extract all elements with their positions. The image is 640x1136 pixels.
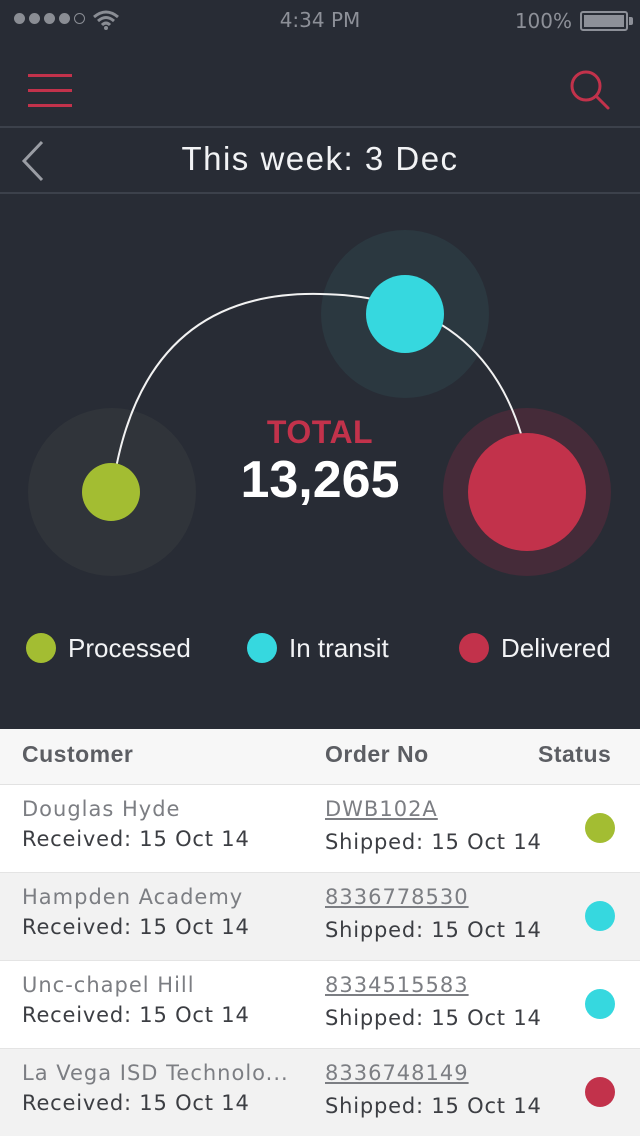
table-row[interactable]: Hampden Academy Received: 15 Oct 14 8336… <box>0 873 640 961</box>
legend-item-delivered: Delivered <box>459 626 611 670</box>
legend-label: Processed <box>68 632 191 663</box>
in-transit-node <box>366 275 444 353</box>
order-number-link[interactable]: 8336778530 <box>325 885 469 909</box>
order-number-link[interactable]: 8334515583 <box>325 973 469 997</box>
shipped-date: Shipped: 15 Oct 14 <box>325 918 542 942</box>
week-header: This week: 3 Dec <box>0 128 640 194</box>
chart-legend: Processed In transit Delivered <box>0 626 640 670</box>
orders-table: Customer Order No Status Douglas Hyde Re… <box>0 729 640 1136</box>
received-date: Received: 15 Oct 14 <box>22 1003 250 1027</box>
total-value: 13,265 <box>240 451 400 509</box>
order-number-link[interactable]: 8336748149 <box>325 1061 469 1085</box>
customer-name: Hampden Academy <box>22 885 244 909</box>
week-title: This week: 3 Dec <box>181 140 459 177</box>
nav-bar <box>0 40 640 128</box>
delivered-dot <box>459 633 489 663</box>
column-header-customer: Customer <box>22 741 134 767</box>
received-date: Received: 15 Oct 14 <box>22 827 250 851</box>
total-label: TOTAL <box>266 414 374 450</box>
battery-percentage: 100% <box>514 9 572 33</box>
search-button[interactable] <box>568 68 612 112</box>
table-row[interactable]: Douglas Hyde Received: 15 Oct 14 DWB102A… <box>0 785 640 873</box>
legend-item-in-transit: In transit <box>247 626 389 670</box>
status-bar: 4:34 PM 100% <box>0 0 640 40</box>
chart-graphic <box>28 230 611 576</box>
shipped-date: Shipped: 15 Oct 14 <box>325 830 542 854</box>
status-indicator-in-transit <box>585 989 615 1019</box>
legend-label: Delivered <box>501 632 611 663</box>
battery-tip <box>629 17 633 25</box>
order-number-link[interactable]: DWB102A <box>325 797 438 821</box>
legend-label: In transit <box>289 632 389 663</box>
table-row[interactable]: Unc-chapel Hill Received: 15 Oct 14 8334… <box>0 961 640 1049</box>
shipped-date: Shipped: 15 Oct 14 <box>325 1094 542 1118</box>
status-indicator-delivered <box>585 1077 615 1107</box>
table-header: Customer Order No Status <box>0 729 640 785</box>
search-icon <box>570 70 610 110</box>
status-indicator-in-transit <box>585 901 615 931</box>
customer-name: Douglas Hyde <box>22 797 181 821</box>
received-date: Received: 15 Oct 14 <box>22 1091 250 1115</box>
processed-dot <box>26 633 56 663</box>
in-transit-dot <box>247 633 277 663</box>
orders-chart: TOTAL 13,265 <box>0 196 640 616</box>
menu-button[interactable] <box>28 74 72 108</box>
status-indicator-processed <box>585 813 615 843</box>
received-date: Received: 15 Oct 14 <box>22 915 250 939</box>
column-header-status: Status <box>538 741 612 767</box>
column-header-order-no: Order No <box>325 741 429 767</box>
shipped-date: Shipped: 15 Oct 14 <box>325 1006 542 1030</box>
legend-item-processed: Processed <box>26 626 191 670</box>
customer-name: Unc-chapel Hill <box>22 973 195 997</box>
table-row[interactable]: La Vega ISD Technolo... Received: 15 Oct… <box>0 1049 640 1136</box>
customer-name: La Vega ISD Technolo... <box>22 1061 289 1085</box>
battery-icon <box>580 11 628 31</box>
